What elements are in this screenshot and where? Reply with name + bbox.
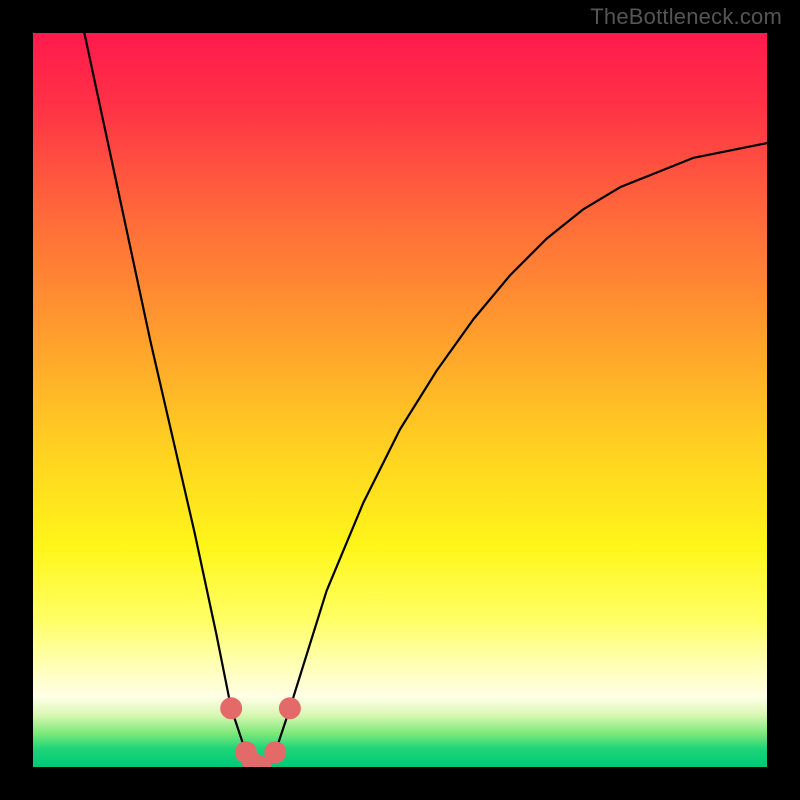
highlight-marker (279, 697, 301, 719)
chart-frame: TheBottleneck.com (0, 0, 800, 800)
highlight-marker (264, 741, 286, 763)
highlight-marker (220, 697, 242, 719)
watermark-text: TheBottleneck.com (590, 4, 782, 30)
gradient-background (33, 33, 767, 767)
bottleneck-chart (33, 33, 767, 767)
